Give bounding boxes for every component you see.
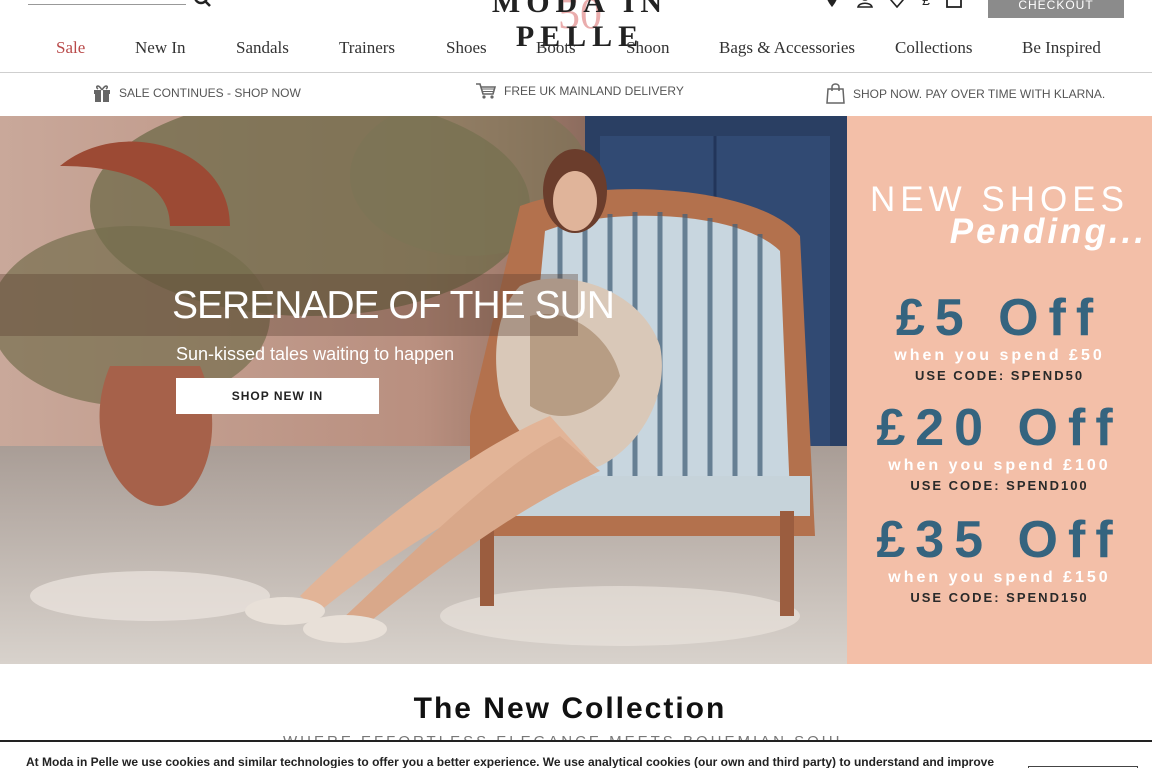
offer-condition: when you spend £150 <box>888 569 1111 586</box>
offer-code: USE CODE: SPEND150 <box>910 590 1089 605</box>
hero-title: SERENADE OF THE SUN <box>172 284 615 327</box>
promo-heading-script: Pending... <box>949 212 1147 251</box>
offer-code: USE CODE: SPEND50 <box>914 368 1085 383</box>
usp-label: SALE CONTINUES - SHOP NOW <box>119 86 301 100</box>
cart-icon <box>476 83 496 99</box>
cookie-banner: At Moda in Pelle we use cookies and simi… <box>0 740 1152 768</box>
offer-spend150: £35 Off when you spend £150 USE CODE: SP… <box>847 512 1152 608</box>
nav-item-be-inspired[interactable]: Be Inspired <box>1022 38 1101 58</box>
offer-condition: when you spend £100 <box>888 457 1111 474</box>
currency-pound-icon[interactable]: £ <box>917 0 935 8</box>
offer-condition: when you spend £50 <box>894 347 1105 364</box>
usp-strip: SALE CONTINUES - SHOP NOW FREE UK MAINLA… <box>0 73 1152 116</box>
nav-item-collections[interactable]: Collections <box>895 38 972 58</box>
site-header: 50 MODA IN PELLE £ CHECKOUT <box>0 0 1152 53</box>
bag-icon[interactable] <box>945 0 963 8</box>
promo-panel[interactable]: NEW SHOES Pending... £5 Off when you spe… <box>847 116 1152 664</box>
search-icon[interactable] <box>192 0 214 8</box>
hero-photo <box>0 116 847 664</box>
nav-item-sandals[interactable]: Sandals <box>236 38 289 58</box>
offer-amount: £35 Off <box>876 511 1123 569</box>
gift-icon <box>93 83 111 103</box>
nav-item-shoes[interactable]: Shoes <box>446 38 487 58</box>
usp-label: FREE UK MAINLAND DELIVERY <box>504 84 684 98</box>
offer-code: USE CODE: SPEND100 <box>910 478 1089 493</box>
cookie-text: At Moda in Pelle we use cookies and simi… <box>26 755 994 768</box>
nav-item-sale[interactable]: Sale <box>56 38 85 58</box>
search-input[interactable] <box>28 3 186 5</box>
usp-label: SHOP NOW. PAY OVER TIME WITH KLARNA. <box>853 86 1106 101</box>
usp-klarna[interactable]: SHOP NOW. PAY OVER TIME WITH KLARNA. <box>826 83 1105 104</box>
nav-item-new-in[interactable]: New In <box>135 38 186 58</box>
location-pin-icon[interactable] <box>823 0 841 8</box>
offer-amount: £20 Off <box>876 399 1123 457</box>
offer-spend100: £20 Off when you spend £100 USE CODE: SP… <box>847 400 1152 496</box>
usp-delivery[interactable]: FREE UK MAINLAND DELIVERY <box>476 83 684 99</box>
nav-item-boots[interactable]: Boots <box>536 38 576 58</box>
collection-title: The New Collection <box>413 692 727 725</box>
offer-amount: £5 Off <box>895 289 1104 347</box>
wishlist-heart-icon[interactable] <box>888 0 906 8</box>
nav-item-bags-accessories[interactable]: Bags & Accessories <box>719 38 855 58</box>
hero-subtitle: Sun-kissed tales waiting to happen <box>176 344 455 364</box>
shop-new-in-button[interactable]: SHOP NEW IN <box>176 378 379 414</box>
account-icon[interactable] <box>856 0 874 8</box>
main-navigation: Sale New In Sandals Trainers Shoes Boots… <box>0 22 1152 73</box>
usp-sale[interactable]: SALE CONTINUES - SHOP NOW <box>93 83 301 103</box>
hero-banner[interactable]: SERENADE OF THE SUN Sun-kissed tales wai… <box>0 116 1152 664</box>
offer-spend50: £5 Off when you spend £50 USE CODE: SPEN… <box>847 290 1152 386</box>
nav-item-trainers[interactable]: Trainers <box>339 38 395 58</box>
nav-item-shoon[interactable]: Shoon <box>626 38 669 58</box>
shopping-bag-icon <box>826 83 845 104</box>
checkout-button[interactable]: CHECKOUT <box>988 0 1124 18</box>
